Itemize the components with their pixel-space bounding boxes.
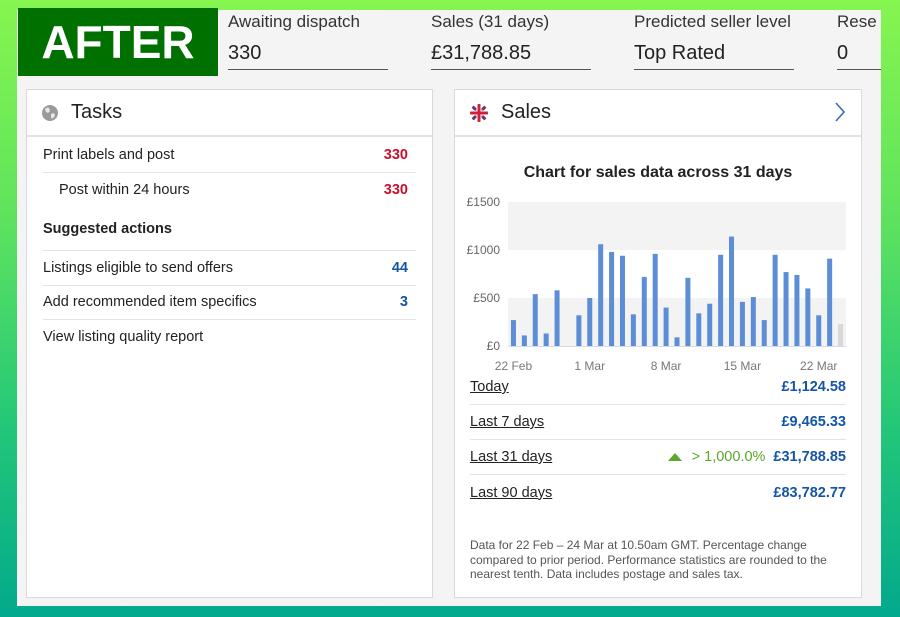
task-listings-eligible-offers[interactable]: Listings eligible to send offers 44 (43, 251, 416, 286)
uk-flag-icon (470, 103, 488, 122)
chart-bar (587, 298, 593, 346)
kpi-value: £31,788.85 (431, 42, 591, 70)
chart-title: Chart for sales data across 31 days (523, 164, 793, 181)
chart-bar (619, 255, 625, 346)
tasks-title: Tasks (71, 101, 123, 123)
kpi-value: Top Rated (634, 42, 794, 70)
after-badge: AFTER (18, 8, 218, 76)
y-tick-label: £1500 (467, 195, 501, 209)
sales-card-header[interactable]: Sales (455, 90, 861, 137)
task-print-labels[interactable]: Print labels and post 330 (43, 138, 416, 173)
chart-bar (696, 313, 702, 346)
sales-row-today: Today £1,124.58 (470, 370, 846, 405)
chart-bar (816, 315, 822, 346)
percentage-change: > 1,000.0% (667, 449, 766, 465)
task-label: Listings eligible to send offers (43, 259, 233, 276)
globe-icon (42, 104, 58, 121)
chart-bar (718, 254, 724, 346)
chart-bar (794, 274, 800, 346)
chart-bar (707, 303, 713, 346)
kpi-label: Awaiting dispatch (228, 12, 360, 31)
chart-bar (739, 301, 745, 346)
chart-bar (576, 315, 582, 346)
task-count: 330 (383, 181, 408, 198)
chart-bar (674, 337, 680, 346)
chart-bar (761, 320, 767, 346)
y-tick-label: £0 (487, 339, 501, 353)
chart-bar (598, 244, 604, 346)
task-label: Print labels and post (43, 146, 175, 163)
task-add-item-specifics[interactable]: Add recommended item specifics 3 (43, 286, 416, 320)
y-tick-label: £1000 (467, 243, 501, 257)
period-link-last-7-days[interactable]: Last 7 days (470, 414, 781, 430)
kpi-label: Sales (31 days) (431, 12, 550, 31)
period-amount: £31,788.85 (773, 449, 846, 465)
kpi-predicted-seller-level[interactable]: Predicted seller level Top Rated (634, 10, 794, 70)
chart-bar (729, 236, 735, 346)
y-tick-label: £500 (473, 291, 500, 305)
chart-bar (685, 277, 691, 346)
chevron-right-icon[interactable] (833, 100, 847, 124)
percentage-change-value: > 1,000.0% (691, 449, 766, 465)
chart-bar (532, 294, 538, 346)
chart-bar (543, 333, 549, 346)
tasks-card-header: Tasks (27, 90, 432, 137)
chart-bar (750, 297, 756, 346)
sales-periods: Today £1,124.58 Last 7 days £9,465.33 La… (470, 370, 846, 510)
sales-card: Sales Chart for sales data across 31 day… (454, 89, 862, 598)
kpi-sales-31-days[interactable]: Sales (31 days) £31,788.85 (431, 10, 591, 70)
sales-bar-chart: £0£500£1000£150022 Feb 1 Mar 8 Mar 15 Mar 22… (467, 195, 846, 373)
chart-bar (521, 335, 527, 346)
period-link-last-90-days[interactable]: Last 90 days (470, 485, 773, 501)
task-view-listing-quality[interactable]: View listing quality report (43, 320, 416, 355)
kpi-label: Rese (837, 12, 877, 31)
kpi-label: Predicted seller level (634, 12, 791, 31)
task-list: Print labels and post 330 Post within 24… (27, 137, 432, 355)
task-count: 44 (391, 259, 408, 276)
grid-band (508, 202, 846, 250)
chart-bar (838, 323, 844, 346)
period-link-today[interactable]: Today (470, 379, 781, 395)
task-count: 3 (399, 294, 408, 311)
period-amount: £1,124.58 (781, 379, 846, 395)
sales-row-last-90-days: Last 90 days £83,782.77 (470, 475, 846, 510)
kpi-awaiting-dispatch[interactable]: Awaiting dispatch 330 (228, 10, 388, 70)
suggested-actions-heading: Suggested actions (43, 207, 416, 251)
task-post-within-24h[interactable]: Post within 24 hours 330 (43, 173, 416, 208)
chart-bar (663, 307, 669, 346)
kpi-value: 330 (228, 42, 388, 70)
task-label: Add recommended item specifics (43, 294, 257, 311)
chart-bar (641, 276, 647, 346)
chart-bar (772, 254, 778, 346)
kpi-value: 0 (837, 42, 881, 70)
chart-bar (827, 258, 833, 346)
sales-row-last-31-days: Last 31 days > 1,000.0% £31,788.85 (470, 440, 846, 475)
chart-bar (805, 288, 811, 346)
chart-bar (510, 320, 516, 346)
task-count: 330 (383, 146, 408, 163)
kpi-reserved[interactable]: Rese 0 (837, 10, 881, 70)
task-label: View listing quality report (43, 329, 204, 346)
chart-bar (609, 251, 615, 346)
chart-bar (554, 290, 560, 346)
task-label: Post within 24 hours (59, 181, 190, 198)
chart-bar (630, 314, 636, 346)
period-amount: £83,782.77 (773, 484, 846, 501)
trend-up-icon (667, 453, 682, 461)
chart-bar (783, 272, 789, 346)
chart-bar (652, 253, 658, 346)
sales-title: Sales (501, 101, 552, 123)
period-amount: £9,465.33 (781, 414, 846, 430)
period-link-last-31-days[interactable]: Last 31 days (470, 449, 668, 465)
tasks-card: Tasks Print labels and post 330 Post wit… (26, 89, 433, 598)
sales-row-last-7-days: Last 7 days £9,465.33 (470, 405, 846, 440)
sales-footnote: Data for 22 Feb – 24 Mar at 10.50am GMT.… (470, 538, 827, 581)
